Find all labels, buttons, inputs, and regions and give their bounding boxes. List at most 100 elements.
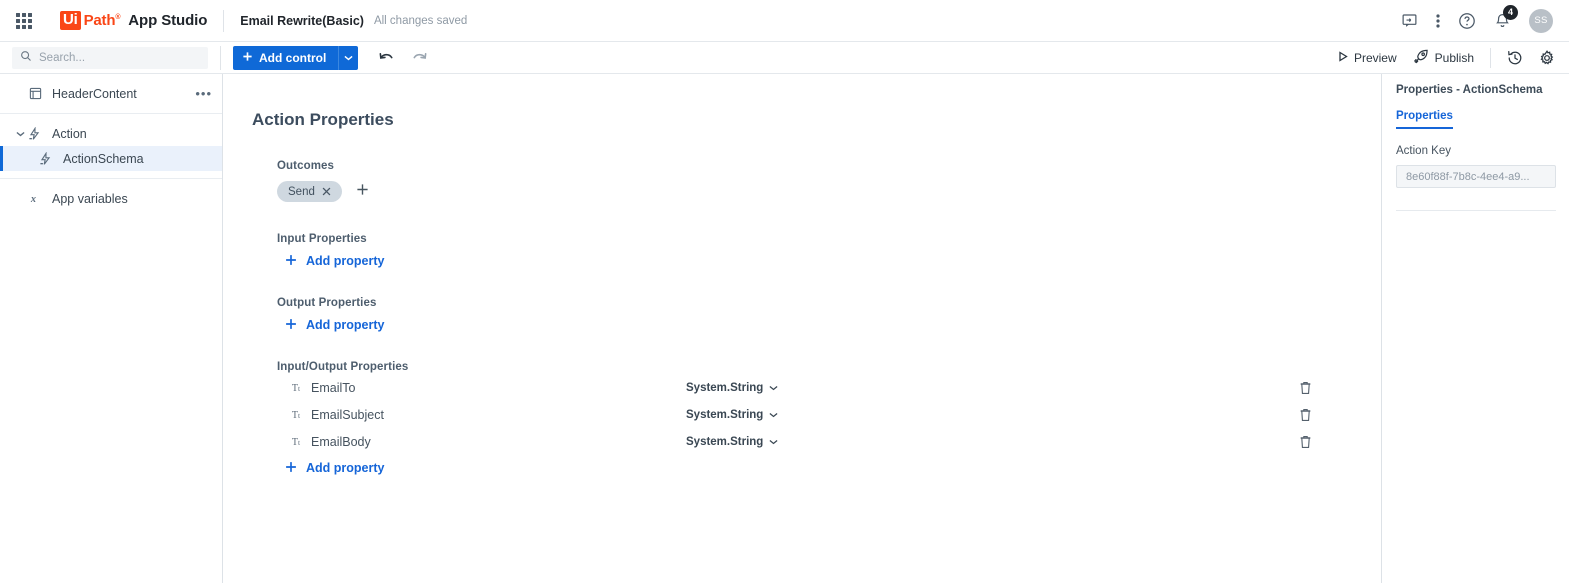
plus-icon bbox=[285, 253, 297, 269]
toolbar-actions: Preview Publish bbox=[1338, 47, 1555, 68]
property-type-label: System.String bbox=[686, 382, 764, 394]
property-row: Tt EmailTo System.String bbox=[287, 376, 1381, 400]
project-name[interactable]: Email Rewrite(Basic) bbox=[240, 14, 364, 28]
outcomes-chip-row: Send bbox=[277, 181, 1381, 202]
plus-icon bbox=[285, 460, 297, 476]
sidebar-item-label: HeaderContent bbox=[52, 86, 137, 101]
search-icon bbox=[20, 49, 32, 67]
preview-button[interactable]: Preview bbox=[1338, 51, 1397, 65]
tab-properties[interactable]: Properties bbox=[1396, 110, 1453, 129]
input-output-properties-section: Input/Output Properties Tt EmailTo Syste… bbox=[277, 361, 1381, 476]
property-type-dropdown[interactable]: System.String bbox=[686, 382, 778, 394]
page-title: Action Properties bbox=[252, 110, 394, 129]
add-control-label: Add control bbox=[259, 50, 327, 65]
sidebar-group-variables: x App variables bbox=[0, 179, 222, 218]
avatar[interactable]: SS bbox=[1529, 8, 1553, 33]
divider bbox=[220, 45, 221, 70]
property-row: Tt EmailSubject System.String bbox=[287, 403, 1381, 427]
property-row: Tt EmailBody System.String bbox=[287, 430, 1381, 454]
publish-button[interactable]: Publish bbox=[1413, 49, 1474, 67]
sidebar-item-headercontent[interactable]: HeaderContent ••• bbox=[0, 81, 222, 106]
sidebar-item-label: ActionSchema bbox=[63, 151, 144, 166]
add-output-property-button[interactable]: Add property bbox=[285, 317, 1381, 333]
help-circle-icon[interactable] bbox=[1458, 12, 1476, 30]
sidebar-item-label: App variables bbox=[52, 191, 128, 206]
chevron-down-icon bbox=[769, 436, 778, 448]
action-icon bbox=[27, 126, 43, 141]
add-input-property-button[interactable]: Add property bbox=[285, 253, 1381, 269]
left-sidebar: HeaderContent ••• Action ActionSchema x … bbox=[0, 74, 223, 583]
chevron-down-icon bbox=[344, 53, 353, 63]
input-properties-label: Input Properties bbox=[277, 233, 367, 245]
text-type-icon: Tt bbox=[291, 382, 301, 394]
chevron-down-icon bbox=[769, 382, 778, 394]
bell-icon[interactable]: 4 bbox=[1494, 4, 1518, 30]
outcome-chip-send[interactable]: Send bbox=[277, 181, 342, 202]
sidebar-group-action: Action ActionSchema bbox=[0, 114, 222, 179]
more-horizontal-icon[interactable]: ••• bbox=[195, 87, 212, 100]
add-input-output-property-button[interactable]: Add property bbox=[285, 460, 1381, 476]
svg-text:x: x bbox=[29, 194, 35, 205]
chevron-down-icon[interactable] bbox=[14, 131, 27, 137]
play-icon bbox=[1338, 50, 1348, 65]
plus-icon bbox=[242, 51, 253, 65]
close-icon[interactable] bbox=[322, 187, 331, 196]
sidebar-item-actionschema[interactable]: ActionSchema bbox=[0, 146, 222, 171]
add-property-label: Add property bbox=[306, 254, 385, 268]
delete-property-icon[interactable] bbox=[1299, 381, 1312, 395]
add-property-label: Add property bbox=[306, 318, 385, 332]
history-icon[interactable] bbox=[1507, 50, 1523, 66]
input-properties-section: Input Properties Add property bbox=[277, 233, 1381, 269]
rocket-icon bbox=[1413, 49, 1429, 67]
properties-tabs: Properties bbox=[1396, 110, 1569, 129]
add-control-dropdown-button[interactable] bbox=[338, 45, 359, 70]
sidebar-group-header: HeaderContent ••• bbox=[0, 74, 222, 114]
top-bar: Ui Path® App Studio Email Rewrite(Basic)… bbox=[0, 0, 1569, 42]
property-name[interactable]: EmailSubject bbox=[311, 408, 686, 422]
outcomes-section: Outcomes Send bbox=[277, 160, 1381, 202]
brand-logo[interactable]: Ui Path® App Studio bbox=[60, 11, 207, 30]
plus-icon bbox=[285, 317, 297, 333]
app-grid-icon[interactable] bbox=[16, 12, 32, 29]
property-type-dropdown[interactable]: System.String bbox=[686, 436, 778, 448]
sidebar-item-app-variables[interactable]: x App variables bbox=[0, 186, 222, 211]
text-type-icon: Tt bbox=[291, 409, 301, 421]
search-box[interactable] bbox=[12, 46, 208, 69]
product-name: App Studio bbox=[128, 12, 208, 29]
uipath-logo-text: Path® bbox=[83, 12, 121, 29]
add-property-label: Add property bbox=[306, 461, 385, 475]
delete-property-icon[interactable] bbox=[1299, 408, 1312, 422]
main-canvas: Action Properties Outcomes Send Input Pr… bbox=[224, 74, 1382, 583]
gear-icon[interactable] bbox=[1539, 49, 1555, 66]
more-vertical-icon[interactable] bbox=[1436, 13, 1440, 29]
action-icon bbox=[38, 151, 54, 166]
preview-label: Preview bbox=[1353, 50, 1397, 65]
sidebar-item-action[interactable]: Action bbox=[0, 121, 222, 146]
undo-icon[interactable] bbox=[378, 51, 395, 65]
search-input[interactable] bbox=[39, 51, 200, 64]
property-type-dropdown[interactable]: System.String bbox=[686, 409, 778, 421]
output-properties-section: Output Properties Add property bbox=[277, 297, 1381, 333]
toolbar: Add control bbox=[0, 42, 1569, 74]
uipath-logo-mark: Ui bbox=[60, 11, 81, 30]
feedback-icon[interactable] bbox=[1401, 12, 1418, 29]
chevron-down-icon bbox=[769, 409, 778, 421]
divider bbox=[1396, 210, 1556, 211]
input-output-properties-label: Input/Output Properties bbox=[277, 361, 409, 373]
action-key-field[interactable]: 8e60f88f-7b8c-4ee4-a9... bbox=[1396, 165, 1556, 188]
publish-label: Publish bbox=[1434, 50, 1474, 65]
redo-icon[interactable] bbox=[411, 51, 428, 65]
property-name[interactable]: EmailTo bbox=[311, 381, 686, 395]
notification-badge: 4 bbox=[1503, 4, 1518, 20]
property-name[interactable]: EmailBody bbox=[311, 435, 686, 449]
variable-icon: x bbox=[27, 192, 43, 205]
sidebar-item-label: Action bbox=[52, 126, 87, 141]
delete-property-icon[interactable] bbox=[1299, 435, 1312, 449]
divider bbox=[1490, 47, 1491, 68]
add-outcome-icon[interactable] bbox=[356, 183, 369, 200]
right-properties-panel: Properties - ActionSchema Properties Act… bbox=[1383, 74, 1569, 583]
action-key-label: Action Key bbox=[1396, 145, 1451, 157]
top-bar-actions: 4 SS bbox=[1401, 4, 1553, 33]
output-properties-label: Output Properties bbox=[277, 297, 377, 309]
add-control-button[interactable]: Add control bbox=[233, 45, 339, 70]
